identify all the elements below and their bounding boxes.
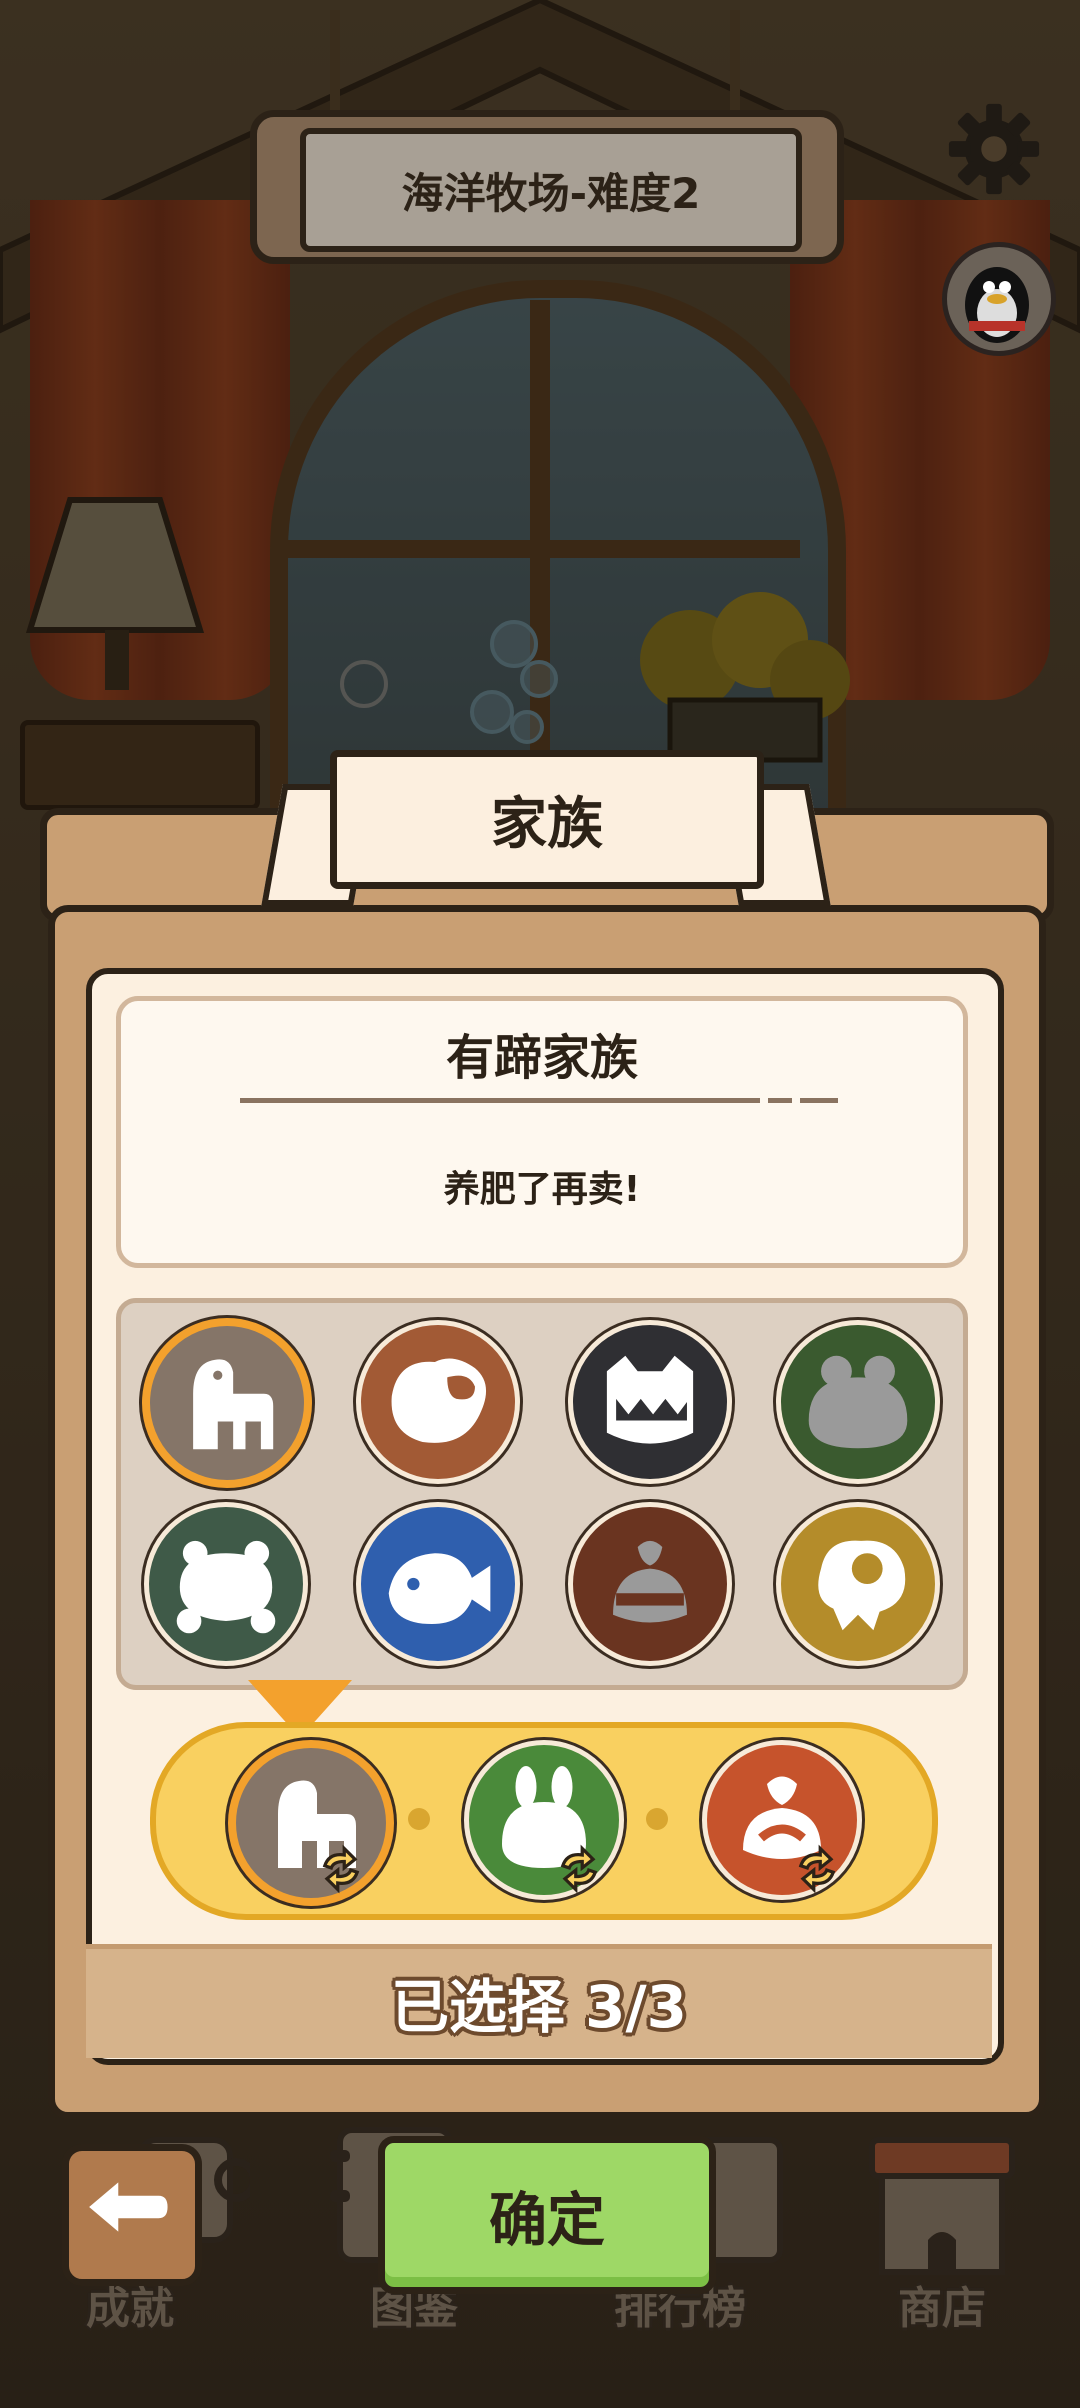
gear-icon[interactable]	[945, 100, 1043, 198]
divider	[240, 1098, 760, 1103]
family-option-sausage[interactable]	[568, 1502, 732, 1666]
divider	[768, 1098, 792, 1103]
slot-separator	[408, 1808, 430, 1830]
dialog-title: 家族	[330, 750, 764, 889]
family-option-hoofed[interactable]	[142, 1318, 312, 1488]
level-title: 海洋牧场-难度2	[300, 128, 802, 252]
chicken-icon	[391, 1358, 487, 1443]
family-name: 有蹄家族	[445, 1030, 638, 1086]
confirm-button[interactable]: 确定	[378, 2136, 716, 2294]
family-option-turtle[interactable]	[144, 1502, 308, 1666]
family-option-egg[interactable]	[776, 1502, 940, 1666]
qq-avatar-icon[interactable]	[942, 242, 1056, 356]
nav-shop[interactable]: 商店	[898, 2272, 986, 2336]
family-option-fish[interactable]	[356, 1502, 520, 1666]
turtle-icon	[176, 1540, 276, 1634]
slot-1[interactable]	[228, 1740, 394, 1906]
selected-count: 已选择 3/3	[390, 1973, 688, 2041]
swap-icon[interactable]	[314, 1842, 368, 1896]
slot-separator	[646, 1808, 668, 1830]
shark-icon	[606, 1355, 694, 1444]
fish-icon	[388, 1553, 491, 1625]
divider	[800, 1098, 838, 1103]
shop-icon	[869, 2137, 1015, 2275]
egg-icon	[818, 1540, 906, 1631]
swap-icon[interactable]	[790, 1842, 844, 1896]
family-option-shark[interactable]	[568, 1320, 732, 1484]
llama-icon	[193, 1359, 274, 1450]
sausage-icon	[613, 1540, 687, 1623]
family-option-bird[interactable]	[356, 1320, 520, 1484]
family-option-frog[interactable]	[776, 1320, 940, 1484]
back-arrow-icon	[89, 2182, 168, 2232]
family-description: 养肥了再卖!	[443, 1169, 641, 1210]
back-button[interactable]	[62, 2144, 202, 2286]
frog-icon	[808, 1355, 908, 1449]
swap-icon[interactable]	[552, 1842, 606, 1896]
